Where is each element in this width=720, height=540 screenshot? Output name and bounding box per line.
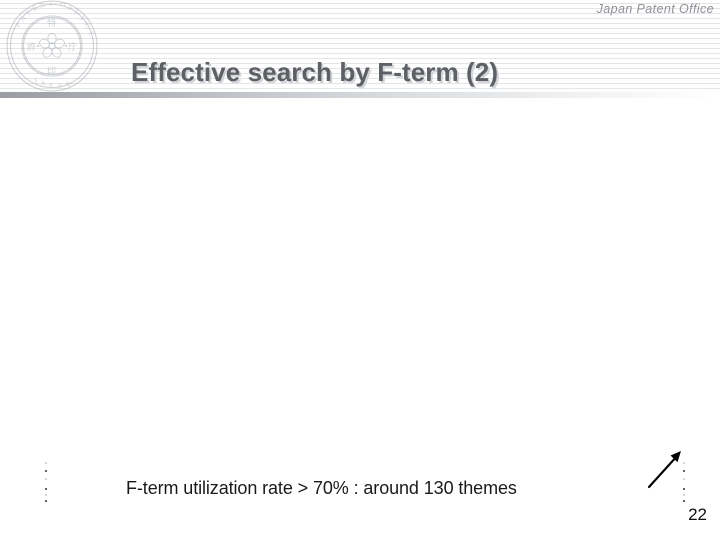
svg-text:特: 特 <box>47 17 56 29</box>
svg-text:C: C <box>82 21 91 30</box>
page-number: 22 <box>688 505 707 525</box>
footer-caption: F-term utilization rate > 70% : around 1… <box>126 478 517 499</box>
left-dot-guide <box>45 462 48 508</box>
up-right-arrow-icon <box>645 449 687 491</box>
svg-text:F: F <box>67 3 74 12</box>
organization-name: Japan Patent Office <box>597 2 714 16</box>
svg-text:許: 許 <box>27 41 36 53</box>
slide-content-area <box>0 98 720 470</box>
svg-text:庁: 庁 <box>68 41 77 53</box>
slide-title: Effective search by F-term (2) <box>131 57 498 88</box>
svg-text:N: N <box>64 80 72 89</box>
svg-text:E: E <box>86 30 95 38</box>
svg-text:印: 印 <box>47 65 56 77</box>
presentation-slide: P A T E N T O F F I C E J A P A N 特 <box>0 0 720 540</box>
svg-text:E: E <box>31 3 39 12</box>
svg-text:P: P <box>49 82 54 90</box>
svg-text:O: O <box>60 0 67 9</box>
japan-patent-office-seal-icon: P A T E N T O F F I C E J A P A N 特 <box>2 0 102 94</box>
svg-text:A: A <box>40 79 48 88</box>
